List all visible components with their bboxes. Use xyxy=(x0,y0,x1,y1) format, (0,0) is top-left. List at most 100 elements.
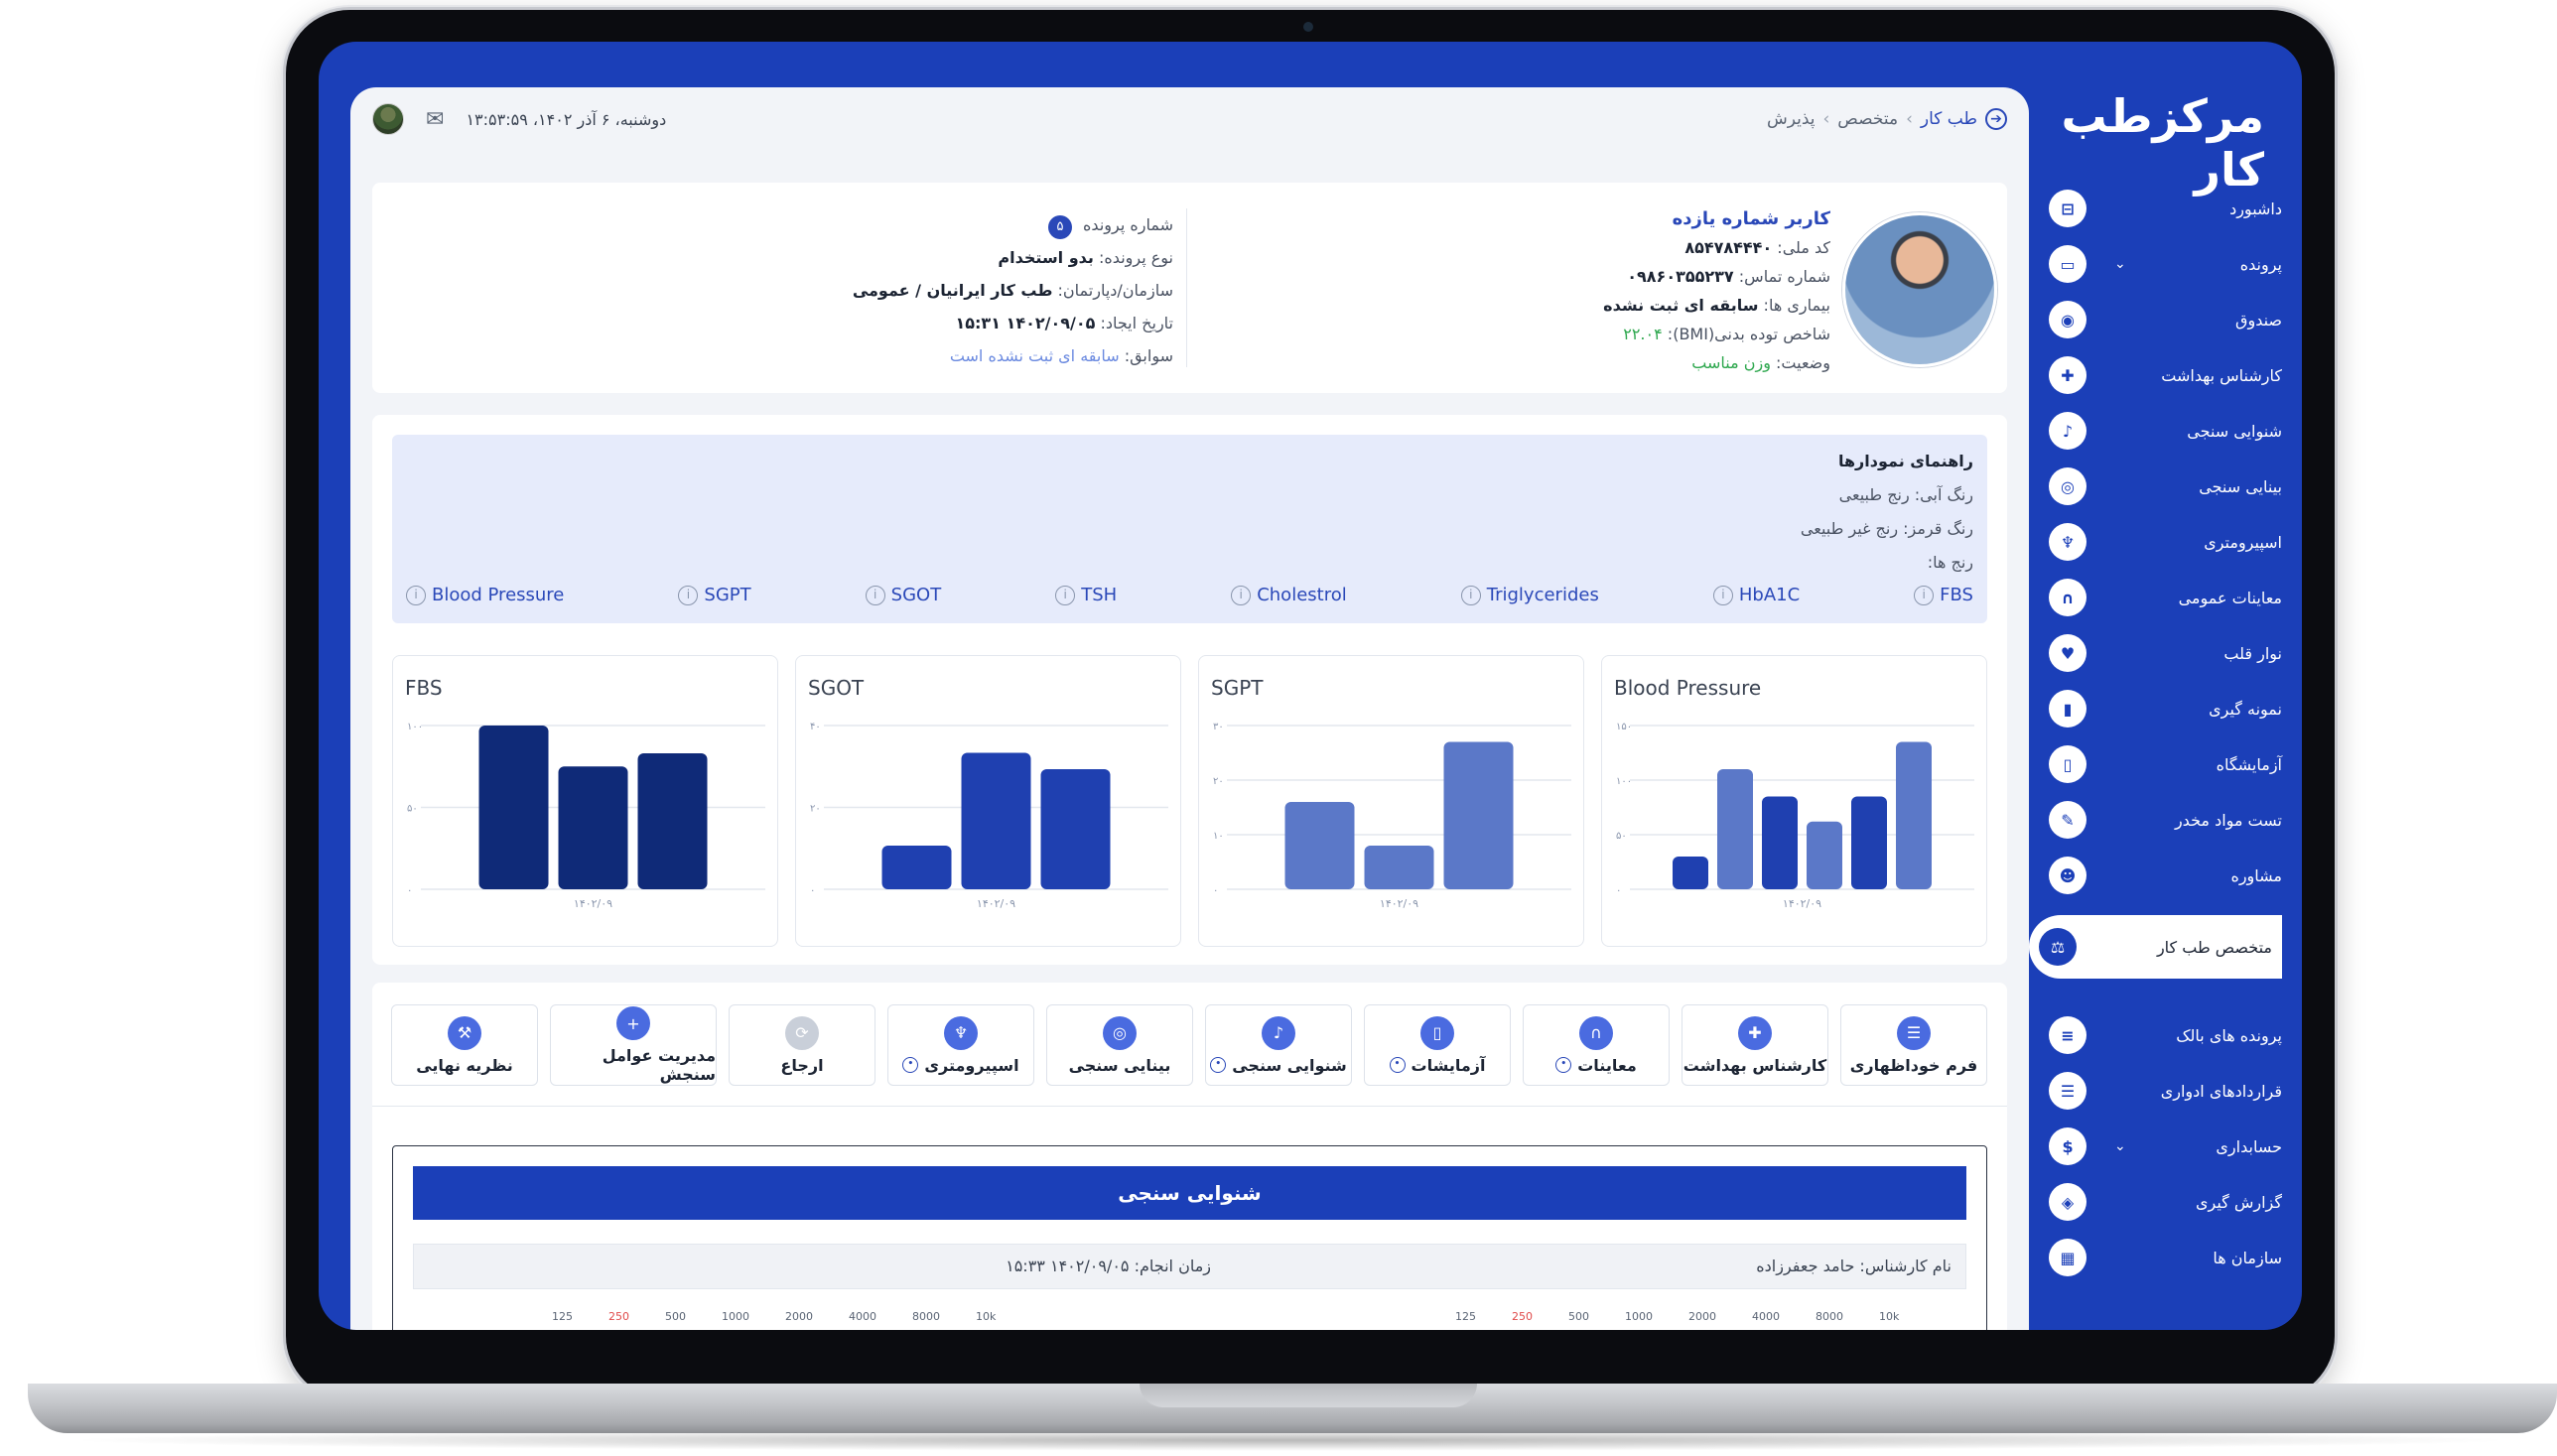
sidebar-item-user-headset[interactable]: ☻ مشاوره xyxy=(2049,848,2282,903)
stethoscope-icon: ∩ xyxy=(2049,579,2086,616)
sidebar-item-active[interactable]: ⚖ متخصص طب کار xyxy=(2029,915,2282,979)
arrow-circle-icon[interactable]: ➔ xyxy=(1985,108,2007,130)
action-card-form[interactable]: ☰ فرم خوداظهاری xyxy=(1840,1004,1987,1086)
sidebar-item-specialist[interactable]: ⚖ متخصص طب کار xyxy=(2039,919,2272,975)
sidebar-item-building[interactable]: ▦ سازمان ها xyxy=(2049,1230,2282,1285)
legend-item[interactable]: i FBS xyxy=(1914,585,1973,605)
sidebar-item-shield-plus[interactable]: ✚ کارشناس بهداشت xyxy=(2049,347,2282,403)
legend-item[interactable]: i Blood Pressure xyxy=(406,585,564,605)
chart-bar[interactable] xyxy=(881,846,952,889)
sidebar-item-label: بینایی سنجی xyxy=(2199,476,2282,496)
patient-profile-card: کاربر شماره یازده کد ملی: ۸۵۴۷۸۴۴۴۰ شمار… xyxy=(372,183,2007,393)
info-icon: i xyxy=(406,586,426,605)
chart-bar[interactable] xyxy=(1364,846,1434,889)
phone-label: شماره تماس: xyxy=(1738,267,1830,286)
layers-icon: ◈ xyxy=(2049,1183,2086,1221)
chart-bar[interactable] xyxy=(478,726,549,889)
chart-bar[interactable] xyxy=(1762,796,1798,890)
sidebar-item-label: تست مواد مخدر xyxy=(2174,810,2282,830)
chart-bar[interactable] xyxy=(1443,741,1514,890)
sidebar-item-cash-box[interactable]: ◉ صندوق xyxy=(2049,292,2282,347)
action-card-label: مدیریت عوامل سنجش xyxy=(602,1046,716,1084)
legend-label: SGPT xyxy=(704,585,751,605)
action-card-plus[interactable]: + مدیریت عوامل سنجش xyxy=(550,1004,717,1086)
action-card-label: فرم خوداظهاری xyxy=(1849,1055,1978,1075)
avatar[interactable] xyxy=(372,103,404,135)
test-tube-icon: ▯ xyxy=(1420,1015,1454,1050)
breadcrumb-item-home[interactable]: طب کار xyxy=(1921,109,1977,129)
legend-item[interactable]: i TSH xyxy=(1055,585,1117,605)
action-card-ear[interactable]: ♪ شنوایی سنجی • xyxy=(1205,1004,1352,1086)
sidebar-item-syringe[interactable]: ✎ تست مواد مخدر xyxy=(2049,792,2282,848)
chart-bar[interactable] xyxy=(1807,821,1842,889)
legend-label: Blood Pressure xyxy=(432,585,565,605)
chart-bar[interactable] xyxy=(1040,769,1111,889)
chevron-down-icon[interactable]: ⌄ xyxy=(2114,256,2126,272)
chart-bar[interactable] xyxy=(961,752,1031,890)
mail-icon[interactable]: ✉ xyxy=(426,107,444,132)
y-tick-label: ۰ xyxy=(810,885,815,896)
sidebar-item-eye[interactable]: ◎ بینایی سنجی xyxy=(2049,459,2282,514)
action-card-test-tube[interactable]: ▯ آزمایشات • xyxy=(1364,1004,1511,1086)
sidebar-item-ear[interactable]: ♪ شنوایی سنجی xyxy=(2049,403,2282,459)
chart-bar[interactable] xyxy=(1717,769,1753,889)
eye-icon: ◎ xyxy=(1103,1015,1137,1050)
sidebar-item-label: نوار قلب xyxy=(2223,643,2282,663)
sidebar-item-contract[interactable]: ☰ قراردادهای ادواری xyxy=(2049,1063,2282,1119)
action-card-stethoscope[interactable]: ∩ معاینات • xyxy=(1523,1004,1670,1086)
sidebar-active-wrap: ⚖ متخصص طب کار xyxy=(2029,915,2302,979)
chart-bar[interactable] xyxy=(1896,741,1932,890)
sidebar-item-label: حسابداری xyxy=(2216,1136,2282,1156)
sidebar-item-database[interactable]: ≡ پرونده های بالک xyxy=(2049,1007,2282,1063)
info-icon: i xyxy=(1712,586,1733,605)
bmi-value: ۲۲.۰۴ xyxy=(1623,325,1663,343)
sidebar-item-dollar[interactable]: $ حسابداری ⌄ xyxy=(2049,1119,2282,1174)
breadcrumb-item-specialist[interactable]: متخصص xyxy=(1837,109,1898,129)
legend-item[interactable]: i SGOT xyxy=(865,585,941,605)
action-card-label: معاینات xyxy=(1577,1055,1637,1075)
patient-name[interactable]: کاربر شماره یازده xyxy=(1603,204,1830,233)
database-icon: ≡ xyxy=(2049,1016,2086,1054)
legend-item[interactable]: i Triglycerides xyxy=(1460,585,1599,605)
chart-guide-text: راهنمای نمودارها رنگ آبی: رنج طبیعی رنگ … xyxy=(1801,445,1973,580)
freq-label: 2000 xyxy=(1688,1310,1716,1323)
sidebar-item-vial[interactable]: ▮ نمونه گیری xyxy=(2049,681,2282,736)
action-card-label-row: کارشناس بهداشت xyxy=(1683,1056,1826,1075)
sidebar-item-label: گزارش گیری xyxy=(2195,1192,2282,1212)
sidebar-item-test-tube[interactable]: ▯ آزمایشگاه xyxy=(2049,736,2282,792)
action-card-gavel[interactable]: ⚒ نظریه نهایی xyxy=(391,1004,538,1086)
sidebar-item-lungs[interactable]: ♆ اسپیرومتری xyxy=(2049,514,2282,570)
topbar-left: ✉ دوشنبه، ۶ آذر ۱۴۰۲، ۱۳:۵۳:۵۹ xyxy=(372,103,666,135)
building-icon: ▦ xyxy=(2049,1239,2086,1276)
sidebar-item-folder[interactable]: ▭ پرونده ⌄ xyxy=(2049,236,2282,292)
action-card-label: بینایی سنجی xyxy=(1068,1055,1171,1075)
chart-bar[interactable] xyxy=(1851,796,1887,890)
chevron-down-icon[interactable]: ⌄ xyxy=(2114,1138,2126,1154)
action-card-eye[interactable]: ◎ بینایی سنجی xyxy=(1046,1004,1193,1086)
legend-label: HbA1C xyxy=(1738,585,1801,605)
heart-icon: ♥ xyxy=(2049,634,2086,672)
sidebar-item-stethoscope[interactable]: ∩ معاینات عمومی xyxy=(2049,570,2282,625)
chart-bar[interactable] xyxy=(1673,857,1708,889)
national-code-label: کد ملی: xyxy=(1777,238,1830,257)
legend-item[interactable]: i SGPT xyxy=(678,585,751,605)
phone-row: شماره تماس: ۰۹۸۶۰۳۵۵۲۳۷ xyxy=(1603,262,1830,291)
sidebar-item-label: معاینات عمومی xyxy=(2178,588,2282,607)
chart-bar[interactable] xyxy=(637,753,708,889)
audiogram-freq-left: 125 250 500 1000 2000 4000 8000 10k xyxy=(552,1310,996,1323)
action-card-shield[interactable]: ✚ کارشناس بهداشت xyxy=(1682,1004,1828,1086)
file-info: شماره پرونده ۵ نوع پرونده: بدو استخدام س… xyxy=(853,208,1173,372)
sidebar-item-layers[interactable]: ◈ گزارش گیری xyxy=(2049,1174,2282,1230)
freq-label: 2000 xyxy=(785,1310,813,1323)
action-card-lungs[interactable]: ♆ اسپیرومتری • xyxy=(887,1004,1034,1086)
divider xyxy=(372,1106,2007,1107)
legend-item[interactable]: i HbA1C xyxy=(1712,585,1801,605)
y-tick-label: ۲۰ xyxy=(1213,776,1224,787)
freq-label: 8000 xyxy=(1816,1310,1843,1323)
chart-bar[interactable] xyxy=(1284,802,1355,889)
chart-bar[interactable] xyxy=(558,766,628,889)
sidebar-item-inbox[interactable]: ⊟ داشبورد xyxy=(2049,181,2282,236)
sidebar-item-heart[interactable]: ♥ نوار قلب xyxy=(2049,625,2282,681)
time-label: زمان انجام: xyxy=(1134,1257,1211,1275)
legend-item[interactable]: i Cholestrol xyxy=(1231,585,1347,605)
